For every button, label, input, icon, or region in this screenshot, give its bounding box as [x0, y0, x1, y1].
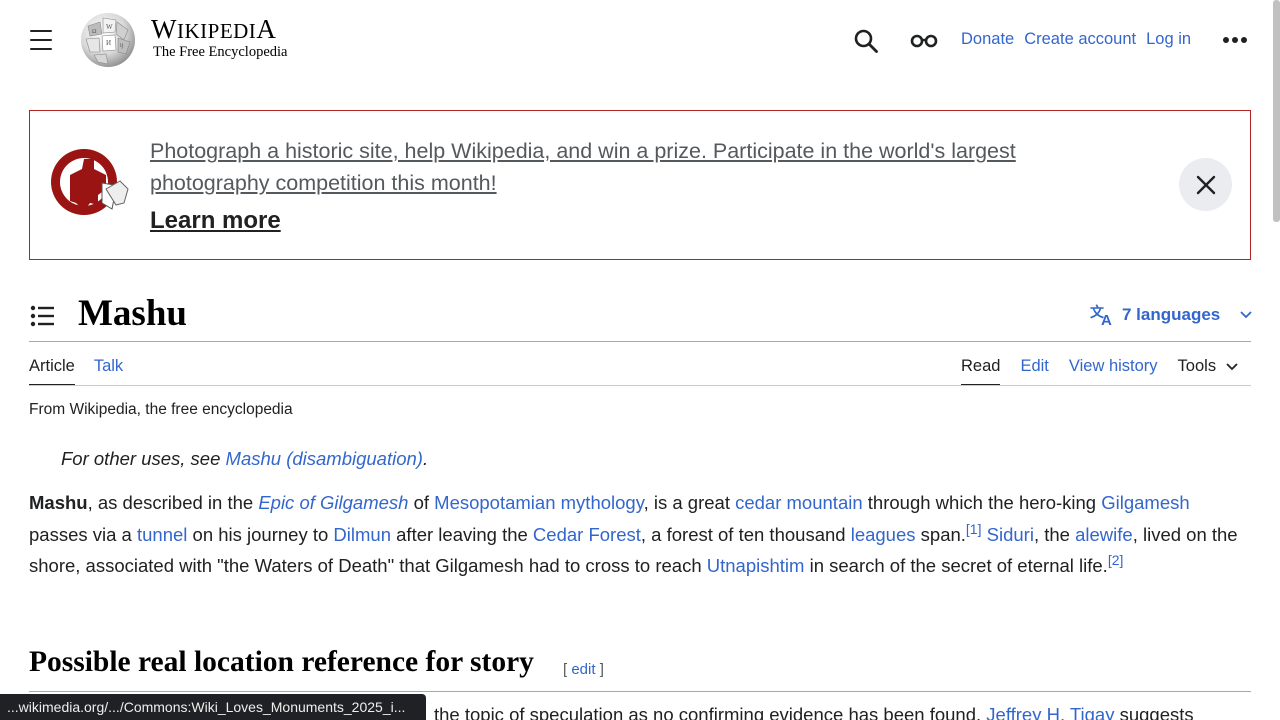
text: the topic of speculation as no confirmin…	[434, 704, 987, 720]
chevron-down-icon	[1226, 362, 1238, 370]
link-cedar-mountain[interactable]: cedar mountain	[735, 492, 863, 513]
reference-1[interactable]: [1]	[966, 520, 982, 536]
link-siduri[interactable]: Siduri	[987, 524, 1034, 545]
link-leagues[interactable]: leagues	[851, 524, 916, 545]
lead-paragraph: Mashu, as described in the Epic of Gilga…	[29, 487, 1251, 582]
close-icon	[1196, 175, 1215, 194]
wordmark-last: A	[256, 14, 277, 44]
tabs-divider	[29, 385, 1251, 386]
link-dilmun[interactable]: Dilmun	[333, 524, 391, 545]
create-account-link[interactable]: Create account	[1024, 30, 1136, 49]
svg-text:ij: ij	[120, 43, 124, 49]
tab-edit[interactable]: Edit	[1020, 357, 1048, 386]
personal-links: Donate Create account Log in	[961, 30, 1191, 49]
disambiguation-link[interactable]: Mashu (disambiguation)	[226, 448, 423, 469]
text: of	[408, 492, 435, 513]
search-icon[interactable]	[853, 28, 879, 54]
view-tabs: Read Edit View history Tools	[961, 357, 1238, 386]
svg-text:A: A	[1101, 312, 1112, 327]
donate-link[interactable]: Donate	[961, 30, 1014, 49]
text: , is a great	[643, 492, 736, 513]
text: span.	[915, 523, 966, 545]
title-divider	[29, 341, 1251, 342]
section-paragraph-partial: the topic of speculation as no confirmin…	[434, 704, 1194, 720]
section-divider	[29, 691, 1251, 692]
reference-2[interactable]: [2]	[1108, 552, 1124, 568]
site-subtitle: From Wikipedia, the free encyclopedia	[29, 401, 293, 418]
svg-text:Ω: Ω	[92, 29, 97, 35]
svg-text:W: W	[106, 23, 113, 31]
link-utnapishtim[interactable]: Utnapishtim	[707, 555, 805, 576]
language-count-label: 7 languages	[1122, 305, 1221, 324]
hatnote-prefix: For other uses, see	[61, 448, 226, 469]
chevron-down-icon	[1240, 311, 1252, 319]
section-heading: Possible real location reference for sto…	[29, 646, 534, 678]
text: , a forest of ten thousand	[640, 523, 851, 545]
text: after leaving the	[391, 523, 533, 545]
table-of-contents-icon[interactable]	[30, 305, 54, 327]
page-title: Mashu	[78, 293, 187, 334]
tab-read[interactable]: Read	[961, 357, 1001, 386]
link-tunnel[interactable]: tunnel	[137, 524, 187, 545]
link-preview-status-bar: ...wikimedia.org/.../Commons:Wiki_Loves_…	[0, 694, 426, 720]
language-selector-button[interactable]: 文 A 7 languages	[1090, 303, 1252, 327]
wordmark-first: W	[151, 14, 177, 44]
text: through which the hero-king	[862, 492, 1102, 513]
reading-preferences-icon[interactable]	[910, 30, 938, 50]
hatnote-suffix: .	[422, 448, 429, 469]
text: suggests	[1114, 704, 1194, 720]
hatnote: For other uses, see Mashu (disambiguatio…	[61, 448, 428, 470]
text: , the	[1033, 523, 1076, 545]
text: passes via a	[29, 523, 137, 545]
text: on his journey to	[187, 523, 334, 545]
text: in search of the secret of eternal life.	[804, 555, 1108, 576]
banner-message-link[interactable]: Photograph a historic site, help Wikiped…	[150, 135, 1070, 199]
campaign-banner: Photograph a historic site, help Wikiped…	[29, 110, 1251, 260]
wordmark-middle: IKIPEDI	[176, 19, 257, 43]
scrollbar-thumb[interactable]	[1273, 0, 1280, 222]
tagline: The Free Encyclopedia	[153, 44, 288, 60]
tools-dropdown[interactable]: Tools	[1178, 357, 1239, 386]
wikipedia-wordmark[interactable]: WIKIPEDIA	[151, 16, 276, 43]
namespace-tabs: Article Talk	[29, 357, 123, 386]
tab-talk[interactable]: Talk	[94, 357, 123, 386]
link-mesopotamian-mythology[interactable]: Mesopotamian mythology	[434, 492, 643, 513]
main-menu-icon[interactable]	[30, 30, 52, 50]
banner-close-button[interactable]	[1179, 158, 1232, 211]
edit-bracket-close: ]	[595, 661, 604, 678]
link-cedar-forest[interactable]: Cedar Forest	[533, 524, 641, 545]
text: , as described in the	[87, 492, 259, 513]
tab-article[interactable]: Article	[29, 357, 75, 386]
wikipedia-globe-logo[interactable]: W Ω И ij	[78, 12, 138, 68]
site-header: W Ω И ij WIKIPEDIA The Free Encyclopedia…	[0, 0, 1280, 80]
section-edit-link[interactable]: edit	[571, 661, 595, 678]
link-gilgamesh[interactable]: Gilgamesh	[1101, 492, 1189, 513]
article-subject: Mashu	[29, 492, 88, 513]
wiki-loves-monuments-logo	[51, 149, 129, 215]
section-edit: [ edit ]	[563, 661, 604, 678]
translate-icon: 文 A	[1090, 304, 1112, 327]
banner-learn-more-link[interactable]: Learn more	[150, 207, 281, 235]
link-jeffrey-tigay[interactable]: Jeffrey H. Tigay	[986, 704, 1114, 720]
login-link[interactable]: Log in	[1146, 30, 1191, 49]
tab-view-history[interactable]: View history	[1069, 357, 1158, 386]
more-options-icon[interactable]	[1222, 36, 1248, 44]
link-epic-of-gilgamesh[interactable]: Epic of Gilgamesh	[258, 492, 408, 513]
link-alewife[interactable]: alewife	[1075, 524, 1133, 545]
svg-text:И: И	[106, 39, 111, 47]
tools-label: Tools	[1177, 357, 1217, 375]
